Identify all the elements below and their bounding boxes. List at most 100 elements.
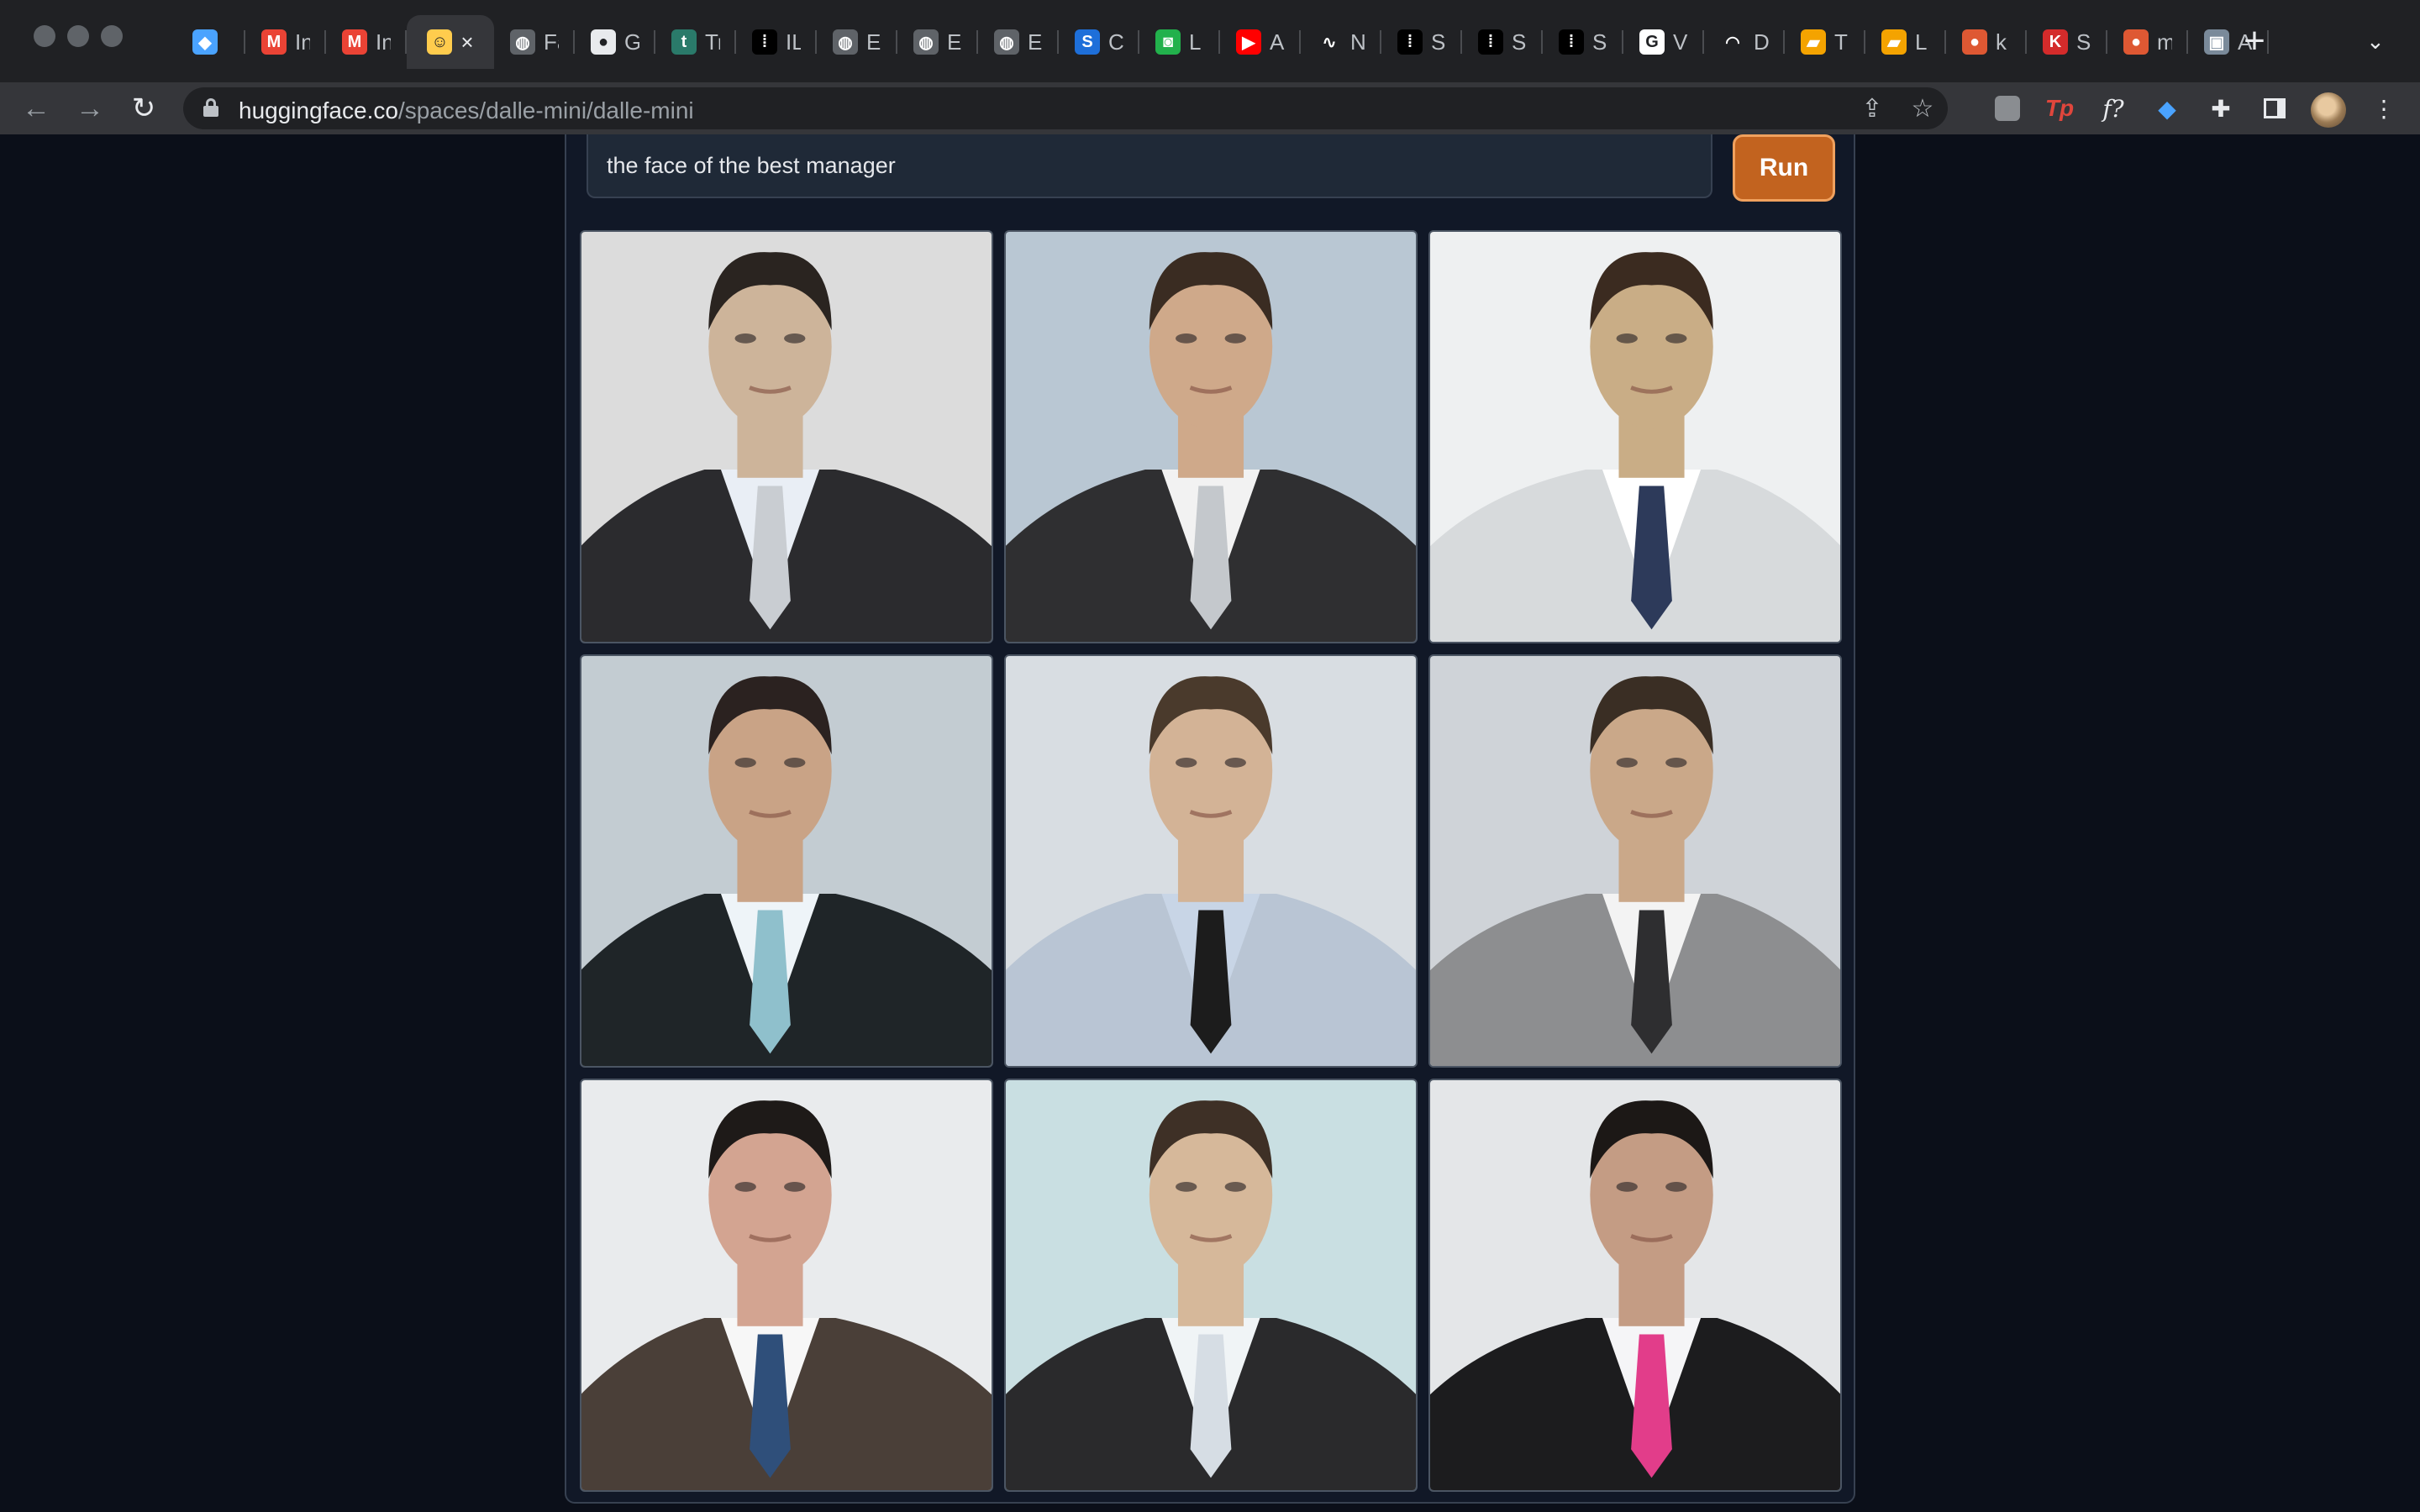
browser-tab[interactable]: ◙ L: [1139, 15, 1220, 69]
generated-image[interactable]: [1004, 1079, 1418, 1492]
browser-tab[interactable]: ◍ Fa: [494, 15, 575, 69]
browser-tab[interactable]: ☺ ×: [407, 15, 494, 69]
profile-avatar[interactable]: [2311, 92, 2346, 128]
browser-tab[interactable]: ⁞ S: [1543, 15, 1623, 69]
extension-gem-icon[interactable]: ◆: [2149, 91, 2185, 126]
generated-image[interactable]: [580, 654, 993, 1068]
close-tab-icon[interactable]: ×: [460, 29, 473, 55]
tab-title: C: [1108, 29, 1123, 55]
extension-tp-icon[interactable]: Tp: [2042, 91, 2077, 126]
tab-title: N: [1350, 29, 1365, 55]
url-path: /spaces/dalle-mini/dalle-mini: [397, 97, 694, 123]
extension-fx-icon[interactable]: f?: [2096, 91, 2131, 126]
book-icon: ▰: [1801, 29, 1826, 55]
globe-icon: ◍: [913, 29, 939, 55]
youtube-icon: ▶: [1236, 29, 1261, 55]
prompt-input[interactable]: the face of the best manager: [587, 134, 1712, 198]
tab-title: D: [1754, 29, 1769, 55]
browser-tab[interactable]: ⁞ S: [1381, 15, 1462, 69]
tab-title: S: [2076, 29, 2091, 55]
tab-title: G: [624, 29, 639, 55]
gmail-icon: M: [342, 29, 367, 55]
browser-tab[interactable]: ▰ L: [1865, 15, 1946, 69]
globe-icon: ◍: [833, 29, 858, 55]
browser-tab[interactable]: M In: [326, 15, 407, 69]
browser-tab[interactable]: ● k: [1946, 15, 2027, 69]
lock-icon: [203, 98, 218, 117]
tab-title: L: [1915, 29, 1928, 55]
browser-tab[interactable]: ◍ E: [897, 15, 978, 69]
browser-tab[interactable]: t Tr: [655, 15, 736, 69]
share-icon[interactable]: ⇪: [1857, 94, 1887, 124]
browser-tab[interactable]: ∿ N: [1301, 15, 1381, 69]
extensions-puzzle-icon[interactable]: ✚: [2203, 91, 2238, 126]
browser-tab[interactable]: ▰ T: [1785, 15, 1865, 69]
image-icon: ▣: [2204, 29, 2229, 55]
app-panel: the face of the best manager Run: [565, 134, 1855, 1504]
gmail-icon: M: [261, 29, 287, 55]
page-content: the face of the best manager Run: [0, 134, 2420, 1512]
generated-image[interactable]: [1004, 230, 1418, 643]
generated-image[interactable]: [1428, 1079, 1842, 1492]
generated-image[interactable]: [1428, 654, 1842, 1068]
generated-image[interactable]: [580, 230, 993, 643]
browser-tab[interactable]: M In: [245, 15, 326, 69]
browser-tab[interactable]: ⁞ S: [1462, 15, 1543, 69]
browser-tab[interactable]: ◍ E: [817, 15, 897, 69]
tab-title: T: [1834, 29, 1848, 55]
close-window-button[interactable]: [34, 25, 55, 47]
duckduckgo-icon: ●: [1962, 29, 1987, 55]
globe-icon: ◍: [510, 29, 535, 55]
minimize-window-button[interactable]: [67, 25, 89, 47]
image-gallery: [580, 230, 1845, 1492]
tab-title: S: [1512, 29, 1527, 55]
portrait-image: [1006, 232, 1416, 642]
side-panel-icon[interactable]: [2257, 91, 2292, 126]
browser-tab[interactable]: ▶ A: [1220, 15, 1301, 69]
forward-button[interactable]: →: [71, 89, 109, 128]
globe-icon: ◍: [994, 29, 1019, 55]
portrait-image: [581, 232, 992, 642]
tab-title: S: [1592, 29, 1607, 55]
portrait-image: [1006, 1080, 1416, 1490]
generated-image[interactable]: [1004, 654, 1418, 1068]
browser-toolbar: ← → ↻ huggingface.co/spaces/dalle-mini/d…: [0, 82, 2420, 134]
bookmark-star-icon[interactable]: ☆: [1907, 94, 1938, 124]
portrait-image: [581, 656, 992, 1066]
tab-title: In: [295, 29, 310, 55]
generated-image[interactable]: [1428, 230, 1842, 643]
s-icon: S: [1075, 29, 1100, 55]
dotted-icon: ⁞: [1397, 29, 1423, 55]
tab-title: In: [376, 29, 391, 55]
back-button[interactable]: ←: [17, 89, 55, 128]
browser-tab[interactable]: ⁞ IL: [736, 15, 817, 69]
browser-tab[interactable]: ◍ E: [978, 15, 1059, 69]
browser-tab[interactable]: SC: [1059, 15, 1139, 69]
generated-image[interactable]: [580, 1079, 993, 1492]
browser-tab[interactable]: GV: [1623, 15, 1704, 69]
tab-title: k: [1996, 29, 2007, 55]
extension-r-icon[interactable]: [1990, 91, 2025, 126]
browser-tab-strip: ◆MInMIn☺×◍Fa●GtTr⁞IL◍E◍E◍ESC◙L▶A∿N⁞S⁞S⁞S…: [0, 0, 2420, 82]
browser-tab[interactable]: KS: [2027, 15, 2107, 69]
tab-title: S: [1431, 29, 1446, 55]
tab-title: E: [866, 29, 881, 55]
browser-tab[interactable]: ◠ D: [1704, 15, 1785, 69]
browser-tab[interactable]: ◆: [165, 15, 245, 69]
new-tab-button[interactable]: +: [2235, 22, 2274, 60]
gem-icon: ◆: [192, 29, 218, 55]
browser-tab[interactable]: ● G: [575, 15, 655, 69]
dotted-icon: ⁞: [752, 29, 777, 55]
run-button[interactable]: Run: [1733, 134, 1835, 202]
tab-title: E: [1028, 29, 1043, 55]
tab-title: Tr: [705, 29, 720, 55]
maximize-window-button[interactable]: [101, 25, 123, 47]
address-bar[interactable]: huggingface.co/spaces/dalle-mini/dalle-m…: [183, 87, 1948, 129]
dotted-icon: ⁞: [1478, 29, 1503, 55]
tab-title: Fa: [544, 29, 559, 55]
browser-tab[interactable]: ● m: [2107, 15, 2188, 69]
duckduckgo-icon: ●: [2123, 29, 2149, 55]
tab-search-chevron-icon[interactable]: ⌄: [2366, 29, 2385, 55]
menu-kebab-icon[interactable]: ⋮: [2366, 91, 2402, 126]
reload-button[interactable]: ↻: [124, 89, 163, 128]
